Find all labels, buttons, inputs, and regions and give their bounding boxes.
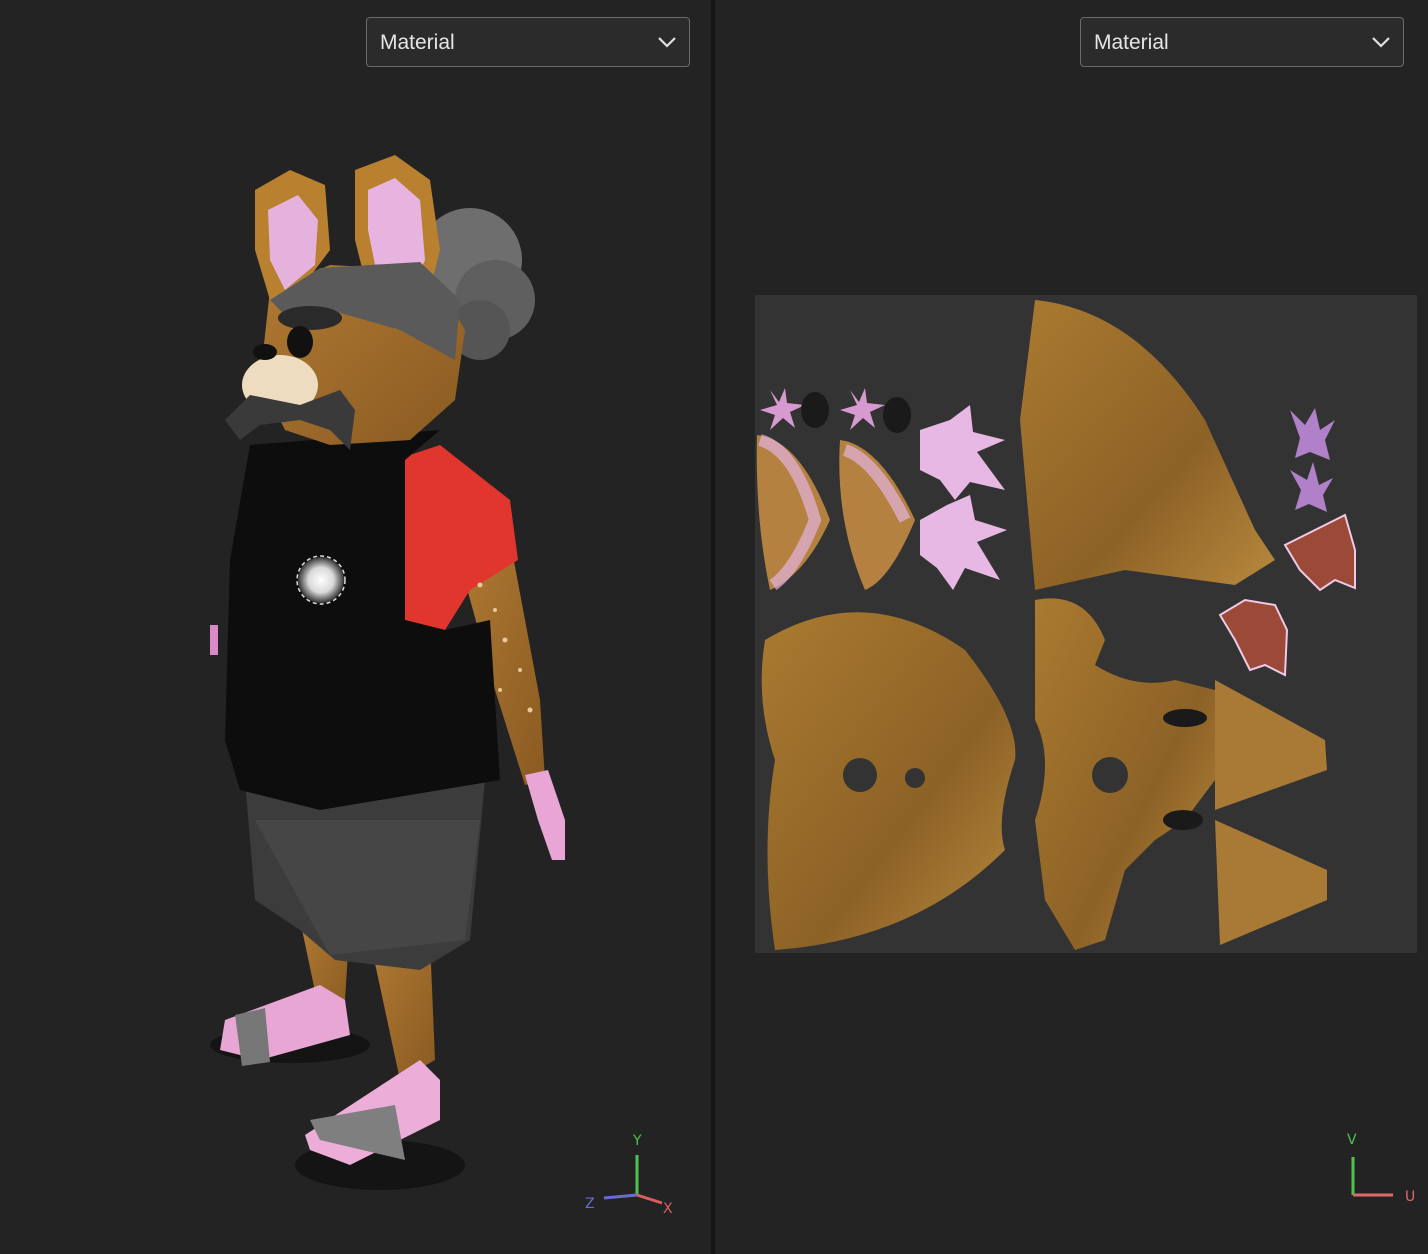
uv-mode-dropdown[interactable]: Material [1080,17,1404,67]
model-render[interactable]: Y Z X [0,0,711,1254]
nose [253,344,277,360]
uv-nose [1163,810,1203,830]
u-axis-label: U [1405,1189,1415,1205]
left-hand-tip [210,625,218,655]
x-axis-label: X [663,1201,673,1217]
uv-mode-selected: Material [1094,31,1169,54]
uv-viewport[interactable]: V U Material [715,0,1428,1254]
view-mode-selected: Material [380,31,455,54]
eyebrow [278,306,342,330]
model-viewport[interactable]: Y Z X Material [0,0,711,1254]
y-axis-label: Y [632,1133,642,1149]
chevron-down-icon [658,37,676,48]
uv-hole [843,758,877,792]
uv-hole [905,768,925,788]
uv-axis-gizmo: V U [1347,1132,1415,1205]
chevron-down-icon [1372,37,1390,48]
z-axis-line [603,1193,638,1200]
uv-render[interactable]: V U [715,0,1428,1254]
eye [287,326,313,358]
x-axis-line [636,1193,663,1205]
z-axis-label: Z [585,1196,595,1212]
uv-brow [1163,709,1207,727]
xyz-axis-gizmo: Y Z X [585,1133,673,1217]
v-axis-label: V [1347,1132,1357,1148]
uv-eye-hole [1092,757,1128,793]
right-hand [525,770,565,860]
view-mode-dropdown[interactable]: Material [366,17,690,67]
